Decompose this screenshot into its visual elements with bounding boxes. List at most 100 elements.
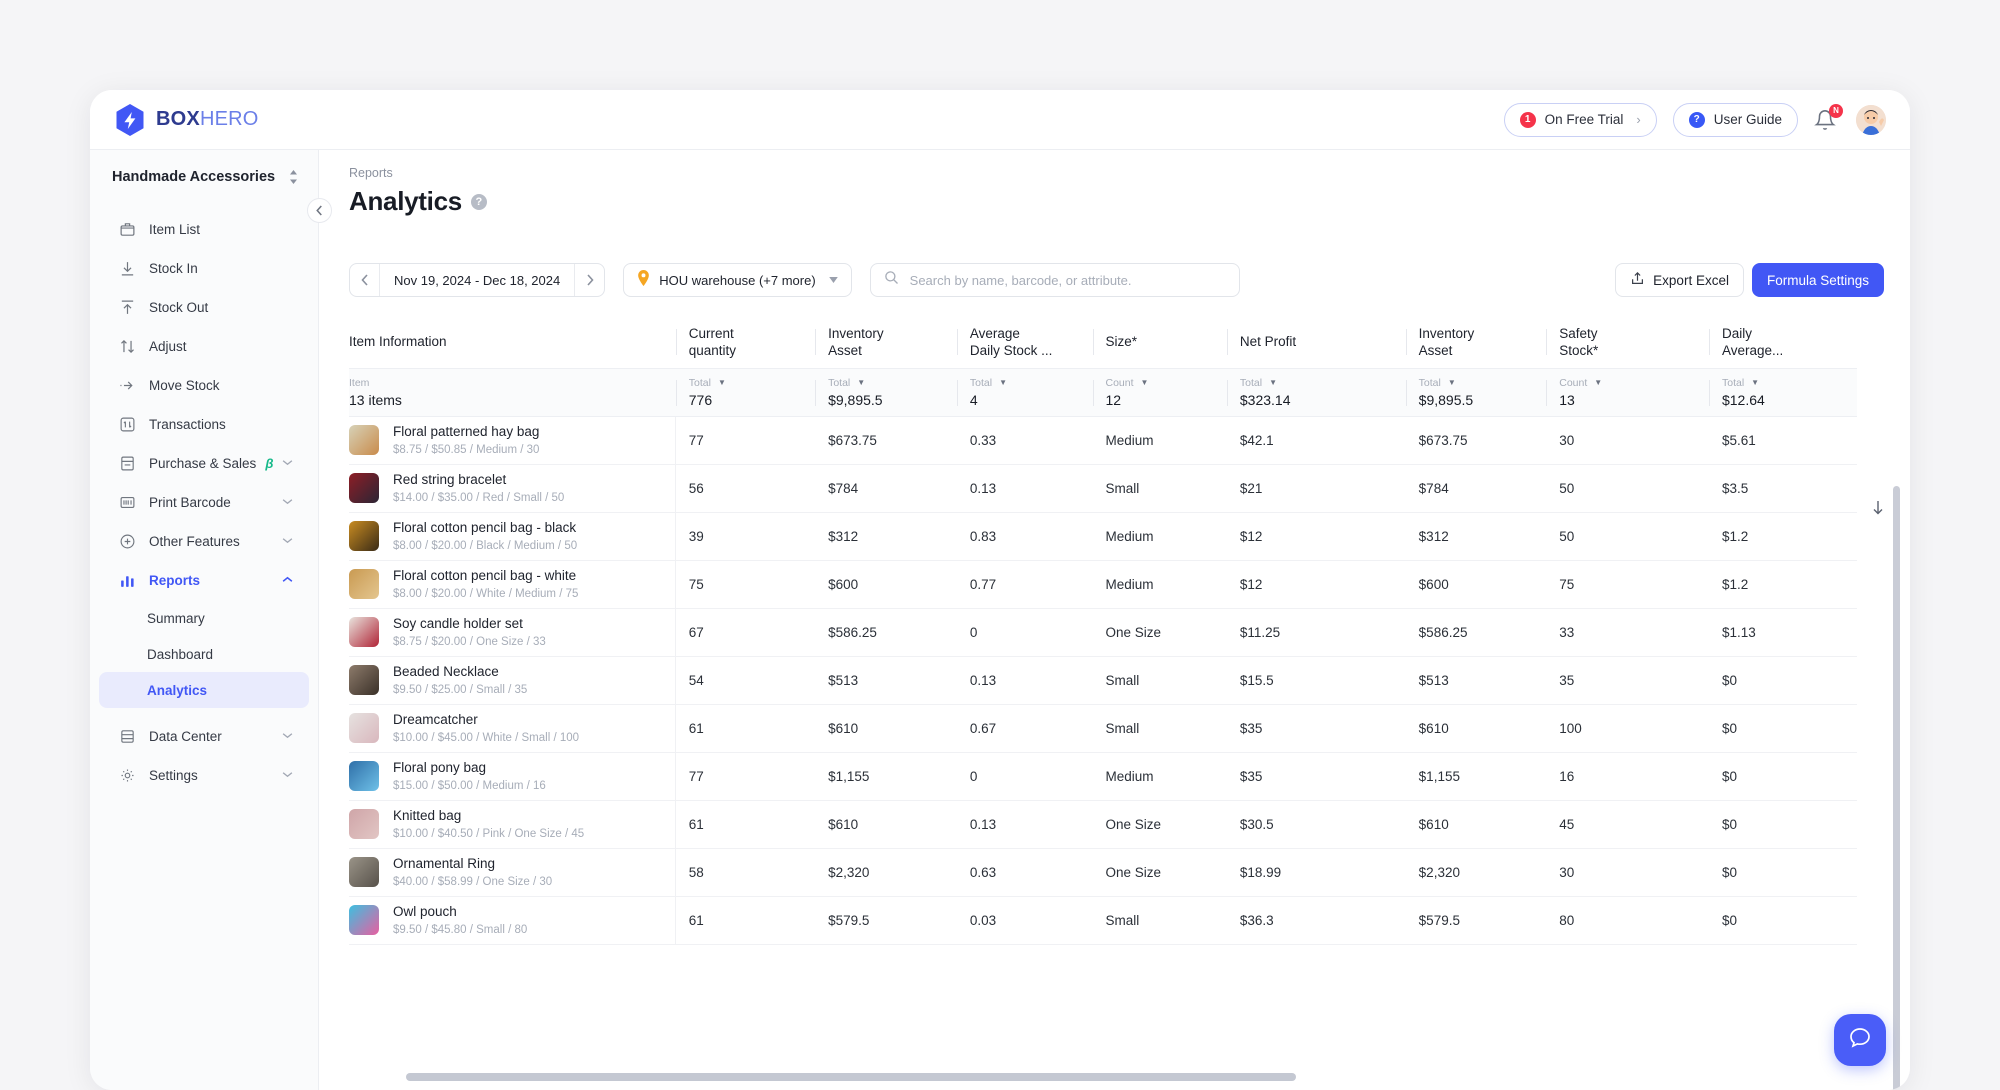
caret-down-icon[interactable]: ▼ [1594,378,1602,387]
brand-name-light: HERO [200,108,259,130]
caret-down-icon[interactable]: ▼ [1448,378,1456,387]
caret-down-icon[interactable]: ▼ [857,378,865,387]
ring-thumbnail [349,857,379,887]
date-range-picker[interactable]: Nov 19, 2024 - Dec 18, 2024 [349,263,605,297]
caret-down-icon[interactable]: ▼ [1269,378,1277,387]
sidebar-item-settings[interactable]: Settings [99,756,309,795]
caret-down-icon[interactable]: ▼ [718,378,726,387]
column-header-average-daily-stock[interactable]: Average Daily Stock ... [957,316,1093,368]
summary-cell-inventory-asset-2[interactable]: Total▼ $9,895.5 [1406,368,1547,416]
sidebar-item-stock-out[interactable]: Stock Out [99,288,309,327]
sidebar-subitem-dashboard[interactable]: Dashboard [99,636,309,672]
column-header-item-information[interactable]: Item Information [349,316,676,368]
cell-inventory-asset-2: $610 [1406,704,1547,752]
summary-cell-inventory-asset[interactable]: Total▼ $9,895.5 [815,368,957,416]
cell-item-information[interactable]: Owl pouch$9.50 / $45.80 / Small / 80 [349,896,676,944]
cell-item-information[interactable]: Ornamental Ring$40.00 / $58.99 / One Siz… [349,848,676,896]
summary-label: Total [970,377,992,389]
summary-cell-net-profit[interactable]: Total▼ $323.14 [1227,368,1406,416]
column-header-size[interactable]: Size* [1093,316,1227,368]
column-header-safety-stock[interactable]: Safety Stock* [1546,316,1709,368]
item-meta: $8.00 / $20.00 / White / Medium / 75 [393,587,578,601]
cell-item-information[interactable]: Floral cotton pencil bag - black$8.00 / … [349,512,676,560]
free-trial-button[interactable]: 1 On Free Trial › [1504,103,1657,137]
sidebar-item-move-stock[interactable]: Move Stock [99,366,309,405]
table-row[interactable]: Floral cotton pencil bag - black$8.00 / … [349,512,1857,560]
cell-size: One Size [1093,608,1227,656]
notifications-button[interactable]: N [1814,107,1840,133]
date-range-label[interactable]: Nov 19, 2024 - Dec 18, 2024 [379,264,575,296]
user-guide-button[interactable]: ? User Guide [1673,103,1798,137]
cell-item-information[interactable]: Knitted bag$10.00 / $40.50 / Pink / One … [349,800,676,848]
search-input[interactable] [910,273,1226,288]
table-row[interactable]: Floral pony bag$15.00 / $50.00 / Medium … [349,752,1857,800]
summary-label: Total [1722,377,1744,389]
sidebar-item-adjust[interactable]: Adjust [99,327,309,366]
cell-item-information[interactable]: Floral patterned hay bag$8.75 / $50.85 /… [349,416,676,464]
cell-average-daily-stock: 0.77 [957,560,1093,608]
formula-settings-button[interactable]: Formula Settings [1752,263,1884,297]
cell-net-profit: $18.99 [1227,848,1406,896]
table-row[interactable]: Dreamcatcher$10.00 / $45.00 / White / Sm… [349,704,1857,752]
brand-logo[interactable]: BOXHERO [115,103,259,137]
vertical-scrollbar[interactable] [1893,486,1900,1090]
cell-item-information[interactable]: Dreamcatcher$10.00 / $45.00 / White / Sm… [349,704,676,752]
cell-item-information[interactable]: Soy candle holder set$8.75 / $20.00 / On… [349,608,676,656]
table-row[interactable]: Knitted bag$10.00 / $40.50 / Pink / One … [349,800,1857,848]
cell-safety-stock: 80 [1546,896,1709,944]
sidebar-item-other-features[interactable]: Other Features [99,522,309,561]
column-header-daily-average[interactable]: Daily Average... [1709,316,1857,368]
chat-bubble-icon [1847,1025,1873,1056]
sidebar-item-print-barcode[interactable]: Print Barcode [99,483,309,522]
sidebar-item-data-center[interactable]: Data Center [99,717,309,756]
chat-support-button[interactable] [1834,1014,1886,1066]
table-row[interactable]: Beaded Necklace$9.50 / $25.00 / Small / … [349,656,1857,704]
sidebar-item-purchase-sales[interactable]: Purchase & Sales β [99,444,309,483]
column-header-current-quantity[interactable]: Current quantity [676,316,815,368]
summary-cell-current-quantity[interactable]: Total▼ 776 [676,368,815,416]
table-row[interactable]: Ornamental Ring$40.00 / $58.99 / One Siz… [349,848,1857,896]
summary-cell-daily-average[interactable]: Total▼ $12.64 [1709,368,1857,416]
cell-inventory-asset: $610 [815,704,957,752]
cell-item-information[interactable]: Beaded Necklace$9.50 / $25.00 / Small / … [349,656,676,704]
sidebar-item-stock-in[interactable]: Stock In [99,249,309,288]
cell-item-information[interactable]: Floral pony bag$15.00 / $50.00 / Medium … [349,752,676,800]
warehouse-select[interactable]: HOU warehouse (+7 more) [623,263,851,297]
horizontal-scrollbar[interactable] [406,1073,1296,1081]
date-next-button[interactable] [575,264,604,296]
column-header-inventory-asset[interactable]: Inventory Asset [815,316,957,368]
summary-cell-size[interactable]: Count▼ 12 [1093,368,1227,416]
workspace-selector[interactable]: Handmade Accessories [90,150,318,204]
item-name: Red string bracelet [393,472,564,488]
caret-down-icon[interactable]: ▼ [1751,378,1759,387]
sidebar-collapse-button[interactable] [307,198,332,223]
item-name: Floral cotton pencil bag - black [393,520,577,536]
table-row[interactable]: Floral cotton pencil bag - white$8.00 / … [349,560,1857,608]
summary-cell-average-daily-stock[interactable]: Total▼ 4 [957,368,1093,416]
breadcrumb[interactable]: Reports [319,150,1910,180]
avatar[interactable] [1856,105,1886,135]
table-row[interactable]: Floral patterned hay bag$8.75 / $50.85 /… [349,416,1857,464]
summary-value: $323.14 [1240,392,1394,408]
table-row[interactable]: Red string bracelet$14.00 / $35.00 / Red… [349,464,1857,512]
cell-item-information[interactable]: Floral cotton pencil bag - white$8.00 / … [349,560,676,608]
sidebar-item-transactions[interactable]: Transactions [99,405,309,444]
cell-item-information[interactable]: Red string bracelet$14.00 / $35.00 / Red… [349,464,676,512]
export-excel-button[interactable]: Export Excel [1615,263,1744,297]
table-row[interactable]: Soy candle holder set$8.75 / $20.00 / On… [349,608,1857,656]
question-mark-icon[interactable]: ? [471,194,487,210]
date-prev-button[interactable] [350,264,379,296]
cell-daily-average: $0 [1709,656,1857,704]
cell-average-daily-stock: 0.63 [957,848,1093,896]
sidebar-subitem-analytics[interactable]: Analytics [99,672,309,708]
caret-down-icon[interactable]: ▼ [999,378,1007,387]
caret-down-icon[interactable]: ▼ [1141,378,1149,387]
table-row[interactable]: Owl pouch$9.50 / $45.80 / Small / 8061$5… [349,896,1857,944]
search-box[interactable] [870,263,1240,297]
column-header-inventory-asset-2[interactable]: Inventory Asset [1406,316,1547,368]
sidebar-item-item-list[interactable]: Item List [99,210,309,249]
sidebar-item-reports[interactable]: Reports [99,561,309,600]
column-header-net-profit[interactable]: Net Profit [1227,316,1406,368]
sidebar-subitem-summary[interactable]: Summary [99,600,309,636]
summary-cell-safety-stock[interactable]: Count▼ 13 [1546,368,1709,416]
